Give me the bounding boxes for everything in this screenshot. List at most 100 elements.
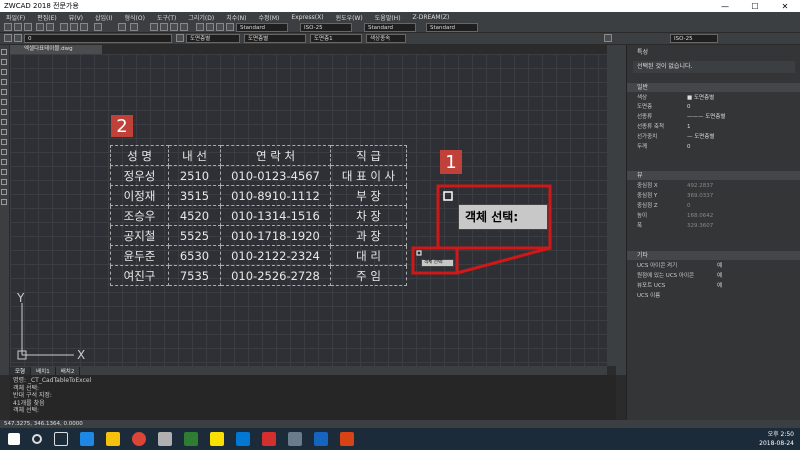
zoom-icon[interactable] xyxy=(160,23,168,31)
paint-icon[interactable] xyxy=(158,432,172,446)
spline-icon[interactable] xyxy=(1,119,7,125)
calculator-icon[interactable] xyxy=(226,23,234,31)
cut-icon[interactable] xyxy=(60,23,68,31)
prop-row[interactable]: 중심점 Y 369.0337 xyxy=(627,192,800,201)
tab-layout2[interactable]: 배치2 xyxy=(56,366,81,375)
print-icon[interactable] xyxy=(36,23,44,31)
menu-file[interactable]: 파일(F) xyxy=(0,13,31,22)
task-view-icon[interactable] xyxy=(54,432,68,446)
acrobat-icon[interactable] xyxy=(262,432,276,446)
dim-style-icon[interactable] xyxy=(604,34,612,42)
command-window[interactable]: 명령: _CT_CadTableToExcel 객체 선택: 반대 구석 지정:… xyxy=(10,375,616,420)
ellipse-icon[interactable] xyxy=(1,129,7,135)
prop-row[interactable]: 선종류 ——— 도면층별 xyxy=(627,113,800,122)
vertical-scrollbar[interactable] xyxy=(607,45,616,366)
prop-row[interactable]: UCS 아이콘 켜기 예 xyxy=(627,262,800,271)
multileader-style-select[interactable]: Standard xyxy=(426,23,478,32)
zoom-prev-icon[interactable] xyxy=(180,23,188,31)
chrome-icon[interactable] xyxy=(132,432,146,446)
misc-section[interactable]: 기타 xyxy=(627,251,800,260)
circle-icon[interactable] xyxy=(1,99,7,105)
zoom-window-icon[interactable] xyxy=(170,23,178,31)
save-icon[interactable] xyxy=(24,23,32,31)
menu-zdream[interactable]: Z-DREAM(Z) xyxy=(407,14,456,21)
rectangle-icon[interactable] xyxy=(1,79,7,85)
linetype-select[interactable]: 도면층별 xyxy=(244,34,306,43)
prop-row[interactable]: 높이 168.0642 xyxy=(627,212,800,221)
design-center-icon[interactable] xyxy=(206,23,214,31)
arc-icon[interactable] xyxy=(1,89,7,95)
insert-block-icon[interactable] xyxy=(1,139,7,145)
match-prop-icon[interactable] xyxy=(94,23,102,31)
color-select[interactable]: 도면층별 xyxy=(186,34,240,43)
view-section[interactable]: 뷰 xyxy=(627,171,800,180)
layer-state-icon[interactable] xyxy=(14,34,22,42)
app-icon[interactable] xyxy=(184,432,198,446)
open-icon[interactable] xyxy=(14,23,22,31)
copy-icon[interactable] xyxy=(70,23,78,31)
search-icon[interactable] xyxy=(32,434,42,444)
redo-icon[interactable] xyxy=(130,23,138,31)
menu-tools[interactable]: 도구(T) xyxy=(151,13,182,22)
cad-table[interactable]: 성 명 내 선 연 락 처 직 급 정우성 2510 010-0123-4567… xyxy=(110,145,407,286)
outlook-icon[interactable] xyxy=(236,432,250,446)
menu-dimension[interactable]: 치수(N) xyxy=(220,13,252,22)
prop-row[interactable]: 색상 ■ 도면층별 xyxy=(627,94,800,103)
prop-row[interactable]: 선가중치 — 도면층별 xyxy=(627,133,800,142)
plot-style-select[interactable]: 색상종속 xyxy=(366,34,406,43)
paste-icon[interactable] xyxy=(80,23,88,31)
text-style-select[interactable]: Standard xyxy=(236,23,288,32)
polyline-icon[interactable] xyxy=(1,59,7,65)
selection-status[interactable]: 선택된 것이 없습니다. xyxy=(633,61,795,73)
zwcad-icon[interactable] xyxy=(314,432,328,446)
prop-row[interactable]: 폭 329.3607 xyxy=(627,222,800,231)
close-button[interactable]: ✕ xyxy=(770,0,800,12)
prop-row[interactable]: 중심점 X 492.2837 xyxy=(627,182,800,191)
prop-row[interactable]: UCS 이름 xyxy=(627,292,800,301)
maximize-button[interactable]: ☐ xyxy=(740,0,770,12)
cloud-icon[interactable] xyxy=(1,109,7,115)
menu-express[interactable]: Express(X) xyxy=(285,14,329,21)
lineweight-select[interactable]: 도면층1 xyxy=(310,34,362,43)
new-icon[interactable] xyxy=(4,23,12,31)
polygon-icon[interactable] xyxy=(1,69,7,75)
start-icon[interactable] xyxy=(8,433,20,445)
prop-row[interactable]: 선종류 축척 1 xyxy=(627,123,800,132)
menu-modify[interactable]: 수정(M) xyxy=(252,13,285,22)
explorer-icon[interactable] xyxy=(106,432,120,446)
menu-help[interactable]: 도움말(H) xyxy=(369,13,407,22)
menu-insert[interactable]: 삽입(I) xyxy=(89,13,119,22)
dim-style-select-2[interactable]: ISO-25 xyxy=(670,34,718,43)
point-icon[interactable] xyxy=(1,159,7,165)
powerpoint-icon[interactable] xyxy=(340,432,354,446)
table-style-select[interactable]: Standard xyxy=(364,23,416,32)
region-icon[interactable] xyxy=(1,179,7,185)
preview-icon[interactable] xyxy=(46,23,54,31)
mtext-icon[interactable] xyxy=(1,199,7,205)
menu-window[interactable]: 윈도우(W) xyxy=(330,13,369,22)
properties-icon[interactable] xyxy=(196,23,204,31)
pan-icon[interactable] xyxy=(150,23,158,31)
prop-row[interactable]: 도면층 0 xyxy=(627,103,800,112)
tool-palette-icon[interactable] xyxy=(216,23,224,31)
make-block-icon[interactable] xyxy=(1,149,7,155)
line-icon[interactable] xyxy=(1,49,7,55)
general-section[interactable]: 일반 xyxy=(627,83,800,92)
kakaotalk-icon[interactable] xyxy=(210,432,224,446)
dim-style-select[interactable]: ISO-25 xyxy=(300,23,352,32)
prop-row[interactable]: 원점에 있는 UCS 아이콘 예 xyxy=(627,272,800,281)
prop-row[interactable]: 뷰포트 UCS 예 xyxy=(627,282,800,291)
layer-manager-icon[interactable] xyxy=(4,34,12,42)
menu-format[interactable]: 형식(O) xyxy=(119,13,151,22)
undo-icon[interactable] xyxy=(118,23,126,31)
prop-row[interactable]: 중심점 Z0 xyxy=(627,202,800,211)
drawing-tab[interactable]: 엑셀다표테이블.dwg xyxy=(10,45,102,54)
minimize-button[interactable]: — xyxy=(710,0,740,12)
table-icon[interactable] xyxy=(1,189,7,195)
tab-layout1[interactable]: 배치1 xyxy=(31,366,56,375)
command-input[interactable]: 객체 선택: xyxy=(13,407,613,415)
hatch-icon[interactable] xyxy=(1,169,7,175)
menu-draw[interactable]: 그리기(D) xyxy=(182,13,220,22)
tab-model[interactable]: 모형 xyxy=(10,366,32,375)
menu-view[interactable]: 뷰(V) xyxy=(63,13,89,22)
